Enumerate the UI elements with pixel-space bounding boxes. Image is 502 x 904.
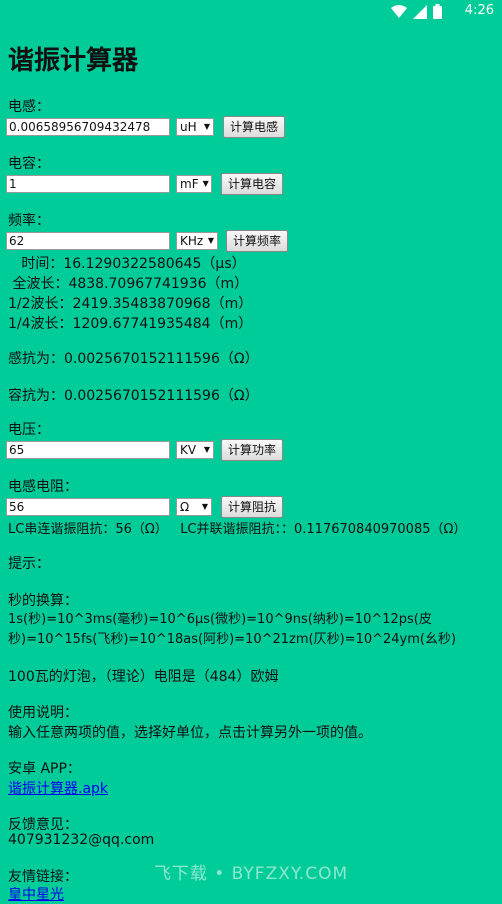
- inductance-label: 电感：: [8, 99, 50, 115]
- frequency-unit-value: KHz: [180, 234, 204, 248]
- capacitance-unit-select[interactable]: mF ▼: [176, 175, 212, 193]
- inductance-input[interactable]: 0.00658956709432478: [6, 118, 170, 136]
- battery-icon: [433, 4, 442, 23]
- tips-heading: 提示：: [8, 556, 50, 572]
- chevron-down-icon: ▼: [201, 502, 208, 511]
- calc-power-button[interactable]: 计算功率: [221, 439, 284, 461]
- capacitance-label: 电容：: [8, 156, 50, 172]
- frequency-unit-select[interactable]: KHz ▼: [176, 232, 218, 250]
- usage-text: 输入任意两项的值，选择好单位，点击计算另外一项的值。: [8, 725, 372, 741]
- inductance-unit-select[interactable]: uH ▼: [176, 118, 214, 136]
- calc-impedance-button[interactable]: 计算阻抗: [221, 496, 284, 518]
- feedback-heading: 反馈意见：: [8, 817, 78, 833]
- capacitance-unit-value: mF: [180, 177, 199, 191]
- resistance-unit-value: Ω: [180, 500, 190, 514]
- page-title: 谐振计算器: [8, 46, 139, 76]
- calc-inductance-button[interactable]: 计算电感: [223, 116, 286, 138]
- voltage-unit-value: KV: [180, 443, 197, 457]
- watermark: 飞下载 • BYFZXY.COM: [153, 864, 349, 884]
- seconds-heading: 秒的换算：: [8, 593, 78, 609]
- capacitance-input[interactable]: 1: [6, 175, 170, 193]
- resistance-label: 电感电阻：: [8, 479, 78, 495]
- inductive-reactance-result: 感抗为：0.0025670152111596（Ω）: [8, 351, 259, 367]
- resistance-input[interactable]: 56: [6, 498, 170, 516]
- voltage-label: 电压：: [8, 422, 50, 438]
- signal-icon: [413, 4, 427, 23]
- full-wave-result: 全波长：4838.70967741936（m）: [8, 276, 249, 292]
- wifi-icon: [391, 4, 407, 23]
- android-app-heading: 安卓 APP：: [8, 761, 81, 777]
- feedback-email: 407931232@qq.com: [8, 832, 155, 848]
- chevron-down-icon: ▼: [203, 122, 210, 131]
- calc-capacitance-button[interactable]: 计算电容: [221, 173, 284, 195]
- chevron-down-icon: ▼: [203, 445, 210, 454]
- frequency-input[interactable]: 62: [6, 232, 170, 250]
- impedance-result: LC串连谐振阻抗：56（Ω） LC并联谐振阻抗：：0.1176708409700…: [8, 522, 467, 537]
- bulb-text: 100瓦的灯泡，（理论）电阻是（484）欧姆: [8, 669, 279, 685]
- status-bar: 4:26: [0, 0, 502, 24]
- usage-heading: 使用说明：: [8, 705, 78, 721]
- chevron-down-icon: ▼: [202, 179, 209, 188]
- seconds-conversion-text: 1s(秒)=10^3ms(毫秒)=10^6μs(微秒)=10^9ns(纳秒)=1…: [8, 612, 457, 647]
- quarter-wave-result: 1/4波长：1209.67741935484（m）: [8, 316, 253, 332]
- half-wave-result: 1/2波长：2419.35483870968（m）: [8, 296, 253, 312]
- inductance-unit-value: uH: [180, 120, 197, 134]
- chevron-down-icon: ▼: [207, 236, 214, 245]
- voltage-unit-select[interactable]: KV ▼: [176, 441, 214, 459]
- voltage-input[interactable]: 65: [6, 441, 170, 459]
- calc-frequency-button[interactable]: 计算频率: [226, 230, 289, 252]
- friend-link[interactable]: 皇中星光: [8, 887, 64, 903]
- frequency-label: 频率：: [8, 213, 50, 229]
- capacitive-reactance-result: 容抗为：0.0025670152111596（Ω）: [8, 388, 259, 404]
- apk-download-link[interactable]: 谐振计算器.apk: [8, 781, 108, 797]
- status-icons: [391, 4, 442, 23]
- status-time: 4:26: [464, 3, 494, 18]
- time-result: 时间：16.1290322580645（μs）: [8, 256, 246, 272]
- resistance-unit-select[interactable]: Ω ▼: [176, 498, 212, 516]
